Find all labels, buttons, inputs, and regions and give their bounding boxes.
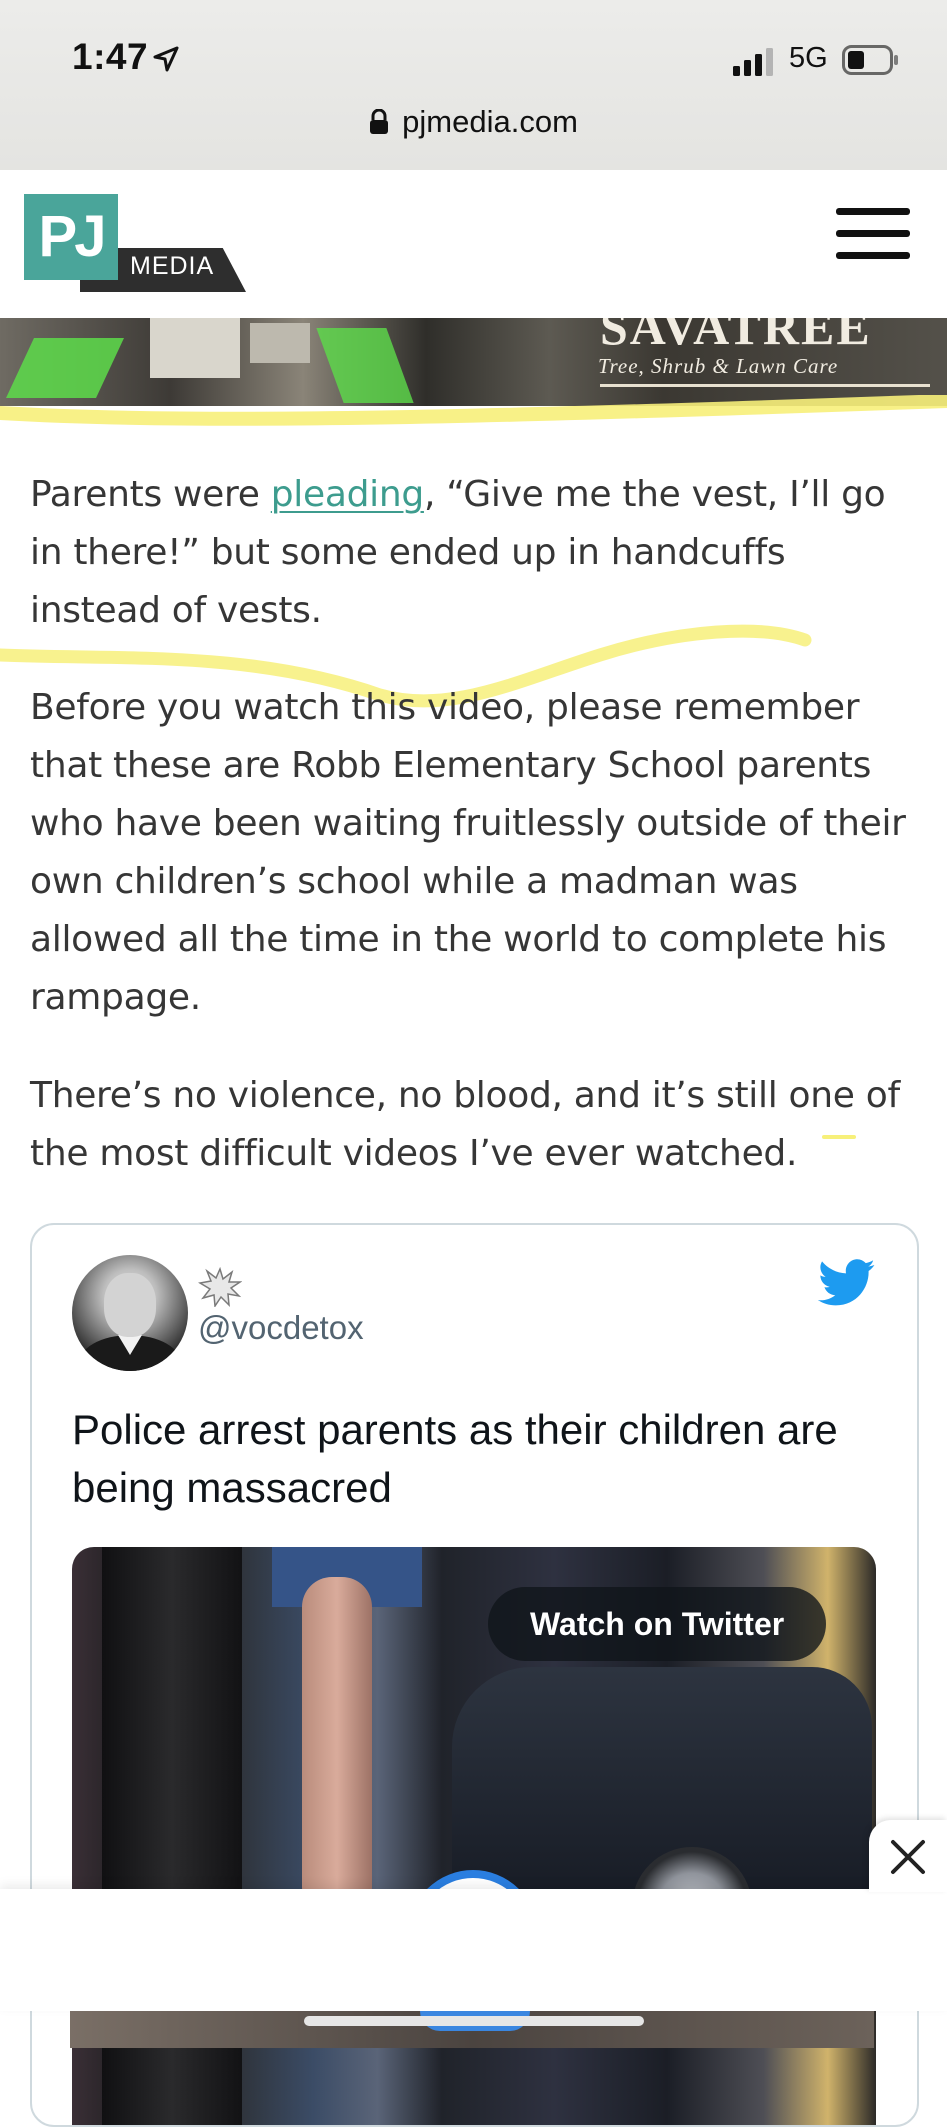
avatar[interactable] [72,1255,188,1371]
browser-status-bar: 1:47 5G pjmedia.com [0,0,947,171]
ad-decor [150,318,240,378]
article-paragraph: There’s no violence, no blood, and it’s … [30,1075,900,1174]
close-ad-button[interactable] [869,1820,947,1892]
status-time: 1:47 [72,36,149,77]
badge-icon [198,1267,242,1307]
ad-decor [6,338,124,398]
article-paragraph: Parents were pleading, “Give me the vest… [30,466,920,640]
pj-media-logo[interactable]: MEDIA PJ [24,194,246,294]
battery-icon [842,45,898,75]
pleading-link[interactable]: pleading [271,474,424,515]
ad-decor [316,328,414,403]
video-frame-decor [302,1577,372,1917]
home-indicator[interactable] [304,2016,644,2026]
tweet-text: Police arrest parents as their children … [72,1406,838,1511]
sticky-bottom-ad[interactable] [0,1889,947,2011]
avatar-face [104,1273,156,1337]
twitter-bird-icon[interactable] [818,1259,876,1307]
ad-decor [250,323,310,363]
location-arrow-icon [153,46,179,72]
logo-pj-box: PJ [24,194,118,280]
close-icon [891,1840,925,1874]
ad-brand: SAVATREE [600,318,872,355]
signal-bars-icon [733,48,773,76]
site-header: MEDIA PJ [0,170,947,321]
url-text: pjmedia.com [402,104,578,139]
ad-banner[interactable]: SAVATREE Tree, Shrub & Lawn Care [0,318,947,406]
tweet-handle[interactable]: @vocdetox [198,1309,364,1347]
logo-media-text: MEDIA [130,252,215,280]
ad-tagline: Tree, Shrub & Lawn Care [598,354,839,378]
address-bar[interactable]: pjmedia.com [0,104,947,140]
network-type: 5G [789,42,828,74]
watch-on-twitter-button[interactable]: Watch on Twitter [488,1587,827,1661]
lock-icon [370,109,389,134]
ad-underline [600,384,930,387]
hamburger-menu-icon[interactable] [836,208,910,264]
article-paragraph: Before you watch this video, please reme… [30,687,906,1018]
paragraph-text: Parents were [30,474,271,515]
